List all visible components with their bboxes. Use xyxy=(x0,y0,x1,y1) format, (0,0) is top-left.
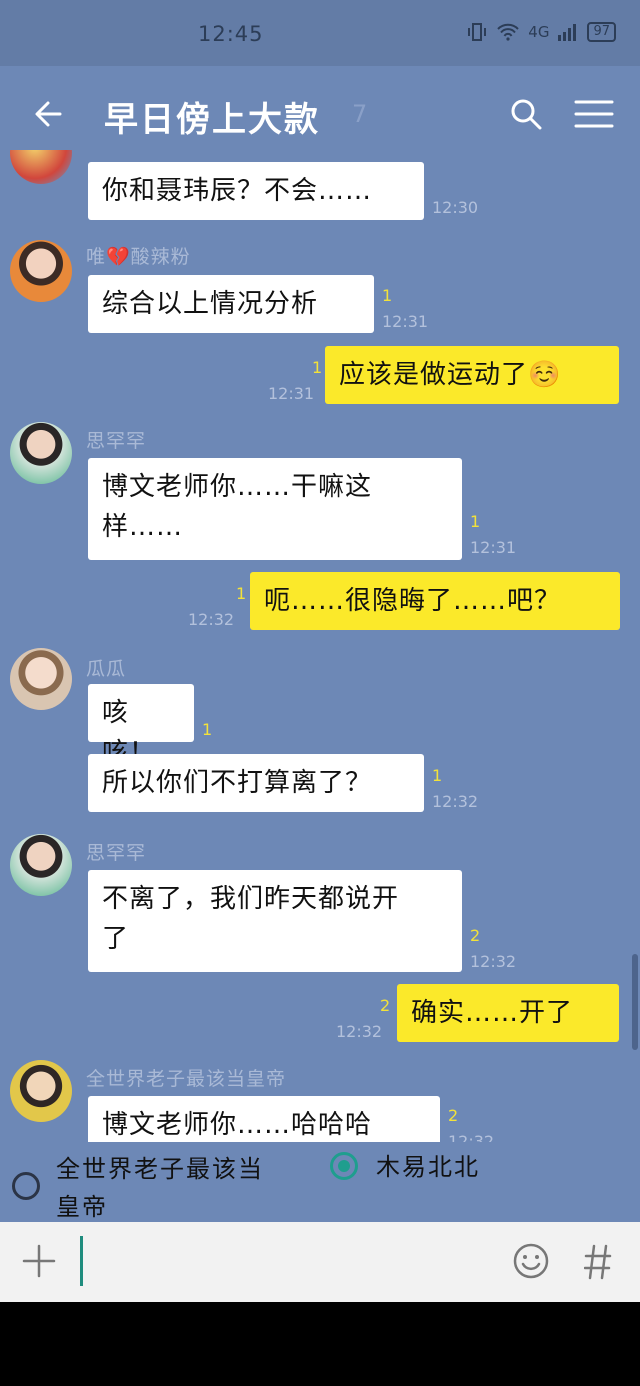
wifi-icon xyxy=(497,23,519,41)
member-count-badge: 7 xyxy=(352,100,368,128)
message-bubble[interactable]: 你和聂玮辰？不会…… xyxy=(88,162,424,220)
sender-name: 思罕罕 xyxy=(86,430,147,452)
read-count: 1 xyxy=(236,584,247,603)
message-bubble[interactable]: 博文老师你……干嘛这 样…… xyxy=(88,458,462,560)
message-time: 12:31 xyxy=(470,538,517,557)
my-message-bubble[interactable]: 确实……开了 xyxy=(397,984,619,1042)
avatar[interactable] xyxy=(10,834,72,896)
chat-screen: 12:45 4G 97 早日傍上大款 7 你和聂玮辰？不会…… 12:30 唯💔… xyxy=(0,0,640,1386)
avatar[interactable] xyxy=(10,1060,72,1122)
avatar[interactable] xyxy=(10,150,72,184)
emoji-icon[interactable] xyxy=(512,1242,550,1280)
message-time: 12:32 xyxy=(470,952,517,971)
status-icons: 4G 97 xyxy=(466,22,616,42)
group-title: 早日傍上大款 xyxy=(104,100,320,140)
avatar[interactable] xyxy=(10,240,72,302)
sender-name: 唯💔酸辣粉 xyxy=(86,246,191,268)
message-bubble[interactable]: 咳咳！ xyxy=(88,684,194,768)
input-bar xyxy=(0,1222,640,1302)
read-count: 1 xyxy=(202,720,213,739)
message-time: 12:32 xyxy=(432,792,479,811)
message-time: 12:31 xyxy=(268,384,315,403)
message-bubble[interactable]: 所以你们不打算离了？ xyxy=(88,754,424,812)
vote-option-1-radio[interactable] xyxy=(12,1172,40,1200)
vote-option-line: 皇帝 xyxy=(56,1193,108,1221)
message-line: 不离了，我们昨天都说开 xyxy=(102,884,400,914)
sender-name: 思罕罕 xyxy=(86,842,147,864)
vibrate-icon xyxy=(468,23,487,41)
message-bubble[interactable]: 博文老师你……哈哈哈 xyxy=(88,1096,440,1142)
message-input[interactable] xyxy=(80,1236,83,1286)
read-count: 2 xyxy=(380,996,391,1015)
vote-option-2-label[interactable]: 木易北北 xyxy=(376,1148,480,1186)
navigation-bar xyxy=(0,1302,640,1386)
status-time: 12:45 xyxy=(198,22,264,46)
back-arrow-icon[interactable] xyxy=(30,94,70,134)
message-line: 样…… xyxy=(102,512,184,542)
message-time: 12:30 xyxy=(432,198,479,217)
search-icon[interactable] xyxy=(508,96,544,132)
avatar[interactable] xyxy=(10,648,72,710)
read-count: 1 xyxy=(470,512,481,531)
vote-options: 全世界老子最该当 皇帝 木易北北 xyxy=(0,1142,640,1222)
message-bubble[interactable]: 综合以上情况分析 xyxy=(88,275,374,333)
my-message-bubble[interactable]: 应该是做运动了☺️ xyxy=(325,346,619,404)
message-time: 12:32 xyxy=(336,1022,383,1041)
network-label: 4G xyxy=(528,23,550,41)
message-time: 12:31 xyxy=(382,312,429,331)
message-time: 12:32 xyxy=(448,1132,495,1142)
vote-option-line: 全世界老子最该当 xyxy=(56,1155,264,1183)
menu-icon[interactable] xyxy=(574,98,614,130)
chat-header: 早日傍上大款 7 xyxy=(0,66,640,162)
plus-icon[interactable] xyxy=(22,1244,56,1278)
sender-name: 瓜瓜 xyxy=(86,658,127,680)
hashtag-icon[interactable] xyxy=(584,1244,612,1280)
vote-option-1-label[interactable]: 全世界老子最该当 皇帝 xyxy=(56,1150,264,1226)
message-bubble[interactable]: 不离了，我们昨天都说开 了 xyxy=(88,870,462,972)
message-line: 博文老师你……干嘛这 xyxy=(102,472,373,502)
message-list[interactable]: 你和聂玮辰？不会…… 12:30 唯💔酸辣粉 综合以上情况分析 1 12:31 … xyxy=(0,150,640,1142)
message-line: 了 xyxy=(102,924,130,954)
status-bar: 12:45 4G 97 xyxy=(0,0,640,66)
signal-icon xyxy=(558,24,577,41)
message-time: 12:32 xyxy=(188,610,235,629)
my-message-bubble[interactable]: 呃……很隐晦了……吧？ xyxy=(250,572,620,630)
battery-icon: 97 xyxy=(587,22,616,42)
scrollbar[interactable] xyxy=(632,954,638,1050)
avatar[interactable] xyxy=(10,422,72,484)
read-count: 2 xyxy=(470,926,481,945)
vote-option-2-radio[interactable] xyxy=(330,1152,358,1180)
read-count: 1 xyxy=(432,766,443,785)
read-count: 1 xyxy=(382,286,393,305)
sender-name: 全世界老子最该当皇帝 xyxy=(86,1068,287,1090)
read-count: 1 xyxy=(312,358,323,377)
read-count: 2 xyxy=(448,1106,459,1125)
